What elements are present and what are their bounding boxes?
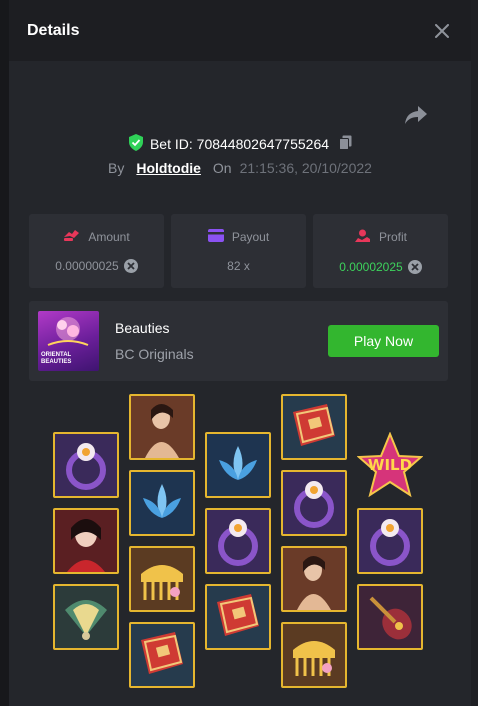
reel-comb-symbol [129, 546, 195, 612]
reel-lotus-symbol [205, 432, 271, 498]
slot-reels: WILD [9, 0, 471, 706]
reel-pipa-symbol [357, 584, 423, 650]
reel-wild-symbol: WILD [357, 432, 423, 498]
reel-comb-symbol [281, 622, 347, 688]
reel-ring-symbol [53, 432, 119, 498]
reel-book-symbol [205, 584, 271, 650]
reel-book-symbol [129, 622, 195, 688]
reel-ring-symbol [357, 508, 423, 574]
reel-fan-symbol [53, 584, 119, 650]
reel-lotus-symbol [129, 470, 195, 536]
details-modal: Details Bet ID: 70844802647755264 By Hol… [9, 0, 471, 706]
wild-label: WILD [367, 456, 413, 474]
reel-ring-symbol [205, 508, 271, 574]
reel-ring-symbol [281, 470, 347, 536]
reel-woman-nude-symbol [129, 394, 195, 460]
reel-woman-nude-symbol [281, 546, 347, 612]
reel-woman-symbol [53, 508, 119, 574]
reel-book-symbol [281, 394, 347, 460]
